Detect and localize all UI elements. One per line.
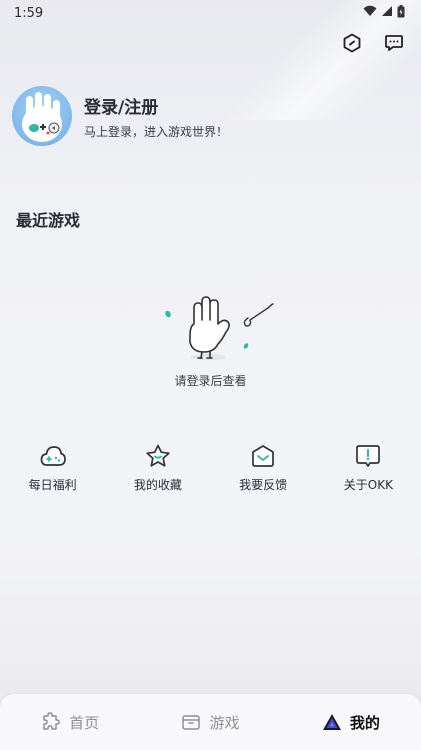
login-entry[interactable]: 登录/注册 马上登录，进入游戏世界！ [12,86,228,146]
recent-games-title: 最近游戏 [16,211,81,230]
tab-home[interactable]: 首页 [41,712,99,733]
tab-games[interactable]: 游戏 [181,712,240,733]
empty-state-illustration [160,296,280,366]
star-icon [144,442,172,470]
message-icon[interactable] [381,30,407,56]
feedback-label: 我要反馈 [239,478,288,492]
status-bar: 1:59 [0,0,421,26]
tab-home-label: 首页 [69,713,100,732]
tab-games-label: 游戏 [209,713,240,732]
info-message-icon [354,442,382,470]
bottom-nav: 首页 游戏 我的 [0,694,421,750]
login-subtitle: 马上登录，进入游戏世界！ [84,124,229,139]
puzzle-icon [41,712,61,732]
avatar[interactable] [12,86,72,146]
wifi-icon [363,5,377,21]
quick-actions: 每日福利 我的收藏 我要反馈 关于OKK [0,442,421,493]
empty-state-text: 请登录后查看 [174,374,247,388]
about-okk-button[interactable]: 关于OKK [316,442,420,493]
mail-icon [249,442,277,470]
settings-hex-icon[interactable] [339,30,365,56]
status-icons [363,4,405,22]
tab-mine[interactable]: 我的 [322,712,380,733]
login-title[interactable]: 登录/注册 [84,93,228,118]
status-time: 1:59 [14,5,44,21]
my-favorites-button[interactable]: 我的收藏 [106,442,210,493]
triangle-logo-icon [322,712,342,732]
feedback-button[interactable]: 我要反馈 [211,442,315,493]
battery-icon [397,4,405,22]
daily-welfare-button[interactable]: 每日福利 [1,442,105,493]
about-okk-label: 关于OKK [343,478,393,492]
daily-welfare-label: 每日福利 [28,478,77,492]
tab-mine-label: 我的 [349,713,380,732]
cloud-gamepad-icon [39,442,67,470]
top-actions [339,30,407,56]
my-favorites-label: 我的收藏 [133,478,182,492]
signal-icon [381,5,393,21]
box-icon [181,712,201,732]
